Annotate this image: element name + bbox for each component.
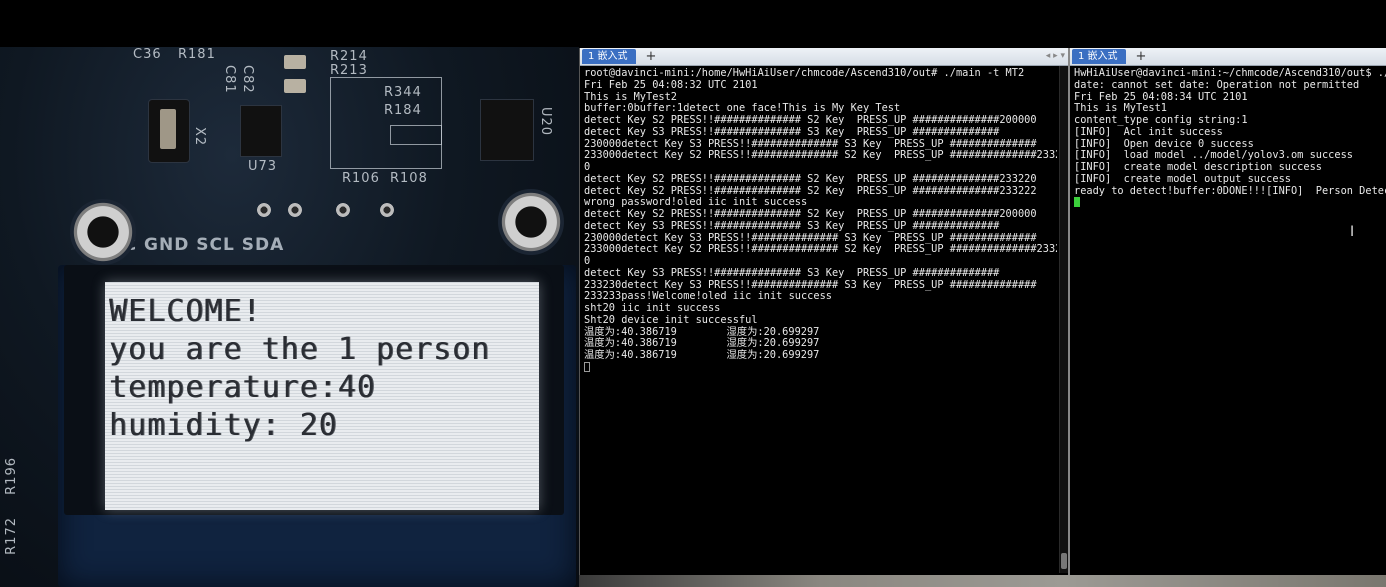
terminal-line: date: cannot set date: Operation not per… — [1074, 78, 1360, 91]
terminal-pane-right[interactable]: 1 嵌入式 + HwHiAiUser@davinci-mini:~/chmcod… — [1068, 48, 1386, 575]
terminal-line: root@davinci-mini:/home/HwHiAiUser/chmco… — [584, 68, 1025, 79]
resistor-array-outline — [330, 77, 442, 169]
terminal-line: detect Key S3 PRESS!!############## S3 K… — [584, 125, 1000, 138]
silk-r213: R213 — [330, 63, 368, 78]
silk-r108: R108 — [390, 171, 428, 186]
terminal-line: [INFO] create model description success — [1074, 161, 1322, 173]
tab-embedded[interactable]: 1 嵌入式 — [582, 49, 636, 64]
crystal-pad — [160, 109, 176, 149]
terminal-line: detect Key S3 PRESS!!############## S3 K… — [584, 219, 1000, 232]
terminal-output[interactable]: root@davinci-mini:/home/HwHiAiUser/chmco… — [584, 68, 1057, 569]
terminal-output[interactable]: HwHiAiUser@davinci-mini:~/chmcode/Ascend… — [1074, 68, 1386, 569]
terminal-line: detect Key S2 PRESS!!############## S2 K… — [584, 172, 1037, 185]
terminal-line: 温度为:40.386719 湿度为:20.699297 — [584, 349, 820, 361]
terminal-line: 233000detect Key S2 PRESS!!#############… — [584, 243, 1057, 256]
terminal-line: content_type config string:1 — [1074, 114, 1248, 126]
add-tab-button[interactable]: + — [1134, 49, 1148, 64]
top-black-bar — [0, 0, 1386, 47]
tab-bar: 1 嵌入式 + ◂ ▸ ▾ — [580, 48, 1069, 66]
terminal-line: detect Key S2 PRESS!!############## S2 K… — [584, 114, 1037, 126]
terminal-line: 0 — [584, 255, 591, 267]
scroll-thumb[interactable] — [1061, 553, 1067, 569]
terminal-line: sht20 iic init success — [584, 302, 721, 314]
oled-line-welcome: WELCOME! — [109, 294, 262, 329]
silk-r196: R196 — [4, 457, 19, 495]
mount-hole-left — [70, 199, 136, 265]
header-pin-scl — [336, 203, 350, 217]
terminal-pane-left[interactable]: 1 嵌入式 + ◂ ▸ ▾ root@davinci-mini:/home/Hw… — [579, 48, 1069, 575]
header-pin-vcc — [257, 203, 271, 217]
terminal-line: ready to detect!buffer:0DONE!!![INFO] Pe… — [1074, 184, 1386, 197]
silk-u20: U20 — [538, 107, 553, 137]
terminal-line: Sht20 device init successful — [584, 313, 758, 326]
terminal-line: [INFO] create model output success — [1074, 172, 1291, 185]
header-pin-sda — [380, 203, 394, 217]
silk-r181: R181 — [178, 47, 216, 62]
terminal-line: Fri Feb 25 04:08:32 UTC 2101 — [584, 78, 758, 91]
silk-c82: C82 — [240, 65, 255, 94]
terminal-cursor-line — [1074, 197, 1386, 209]
header-pin-gnd — [288, 203, 302, 217]
silk-r214: R214 — [330, 49, 368, 64]
tab-embedded[interactable]: 1 嵌入式 — [1072, 49, 1126, 64]
terminal-line: detect Key S3 PRESS!!############## S3 K… — [584, 266, 1000, 279]
resistor-outline — [390, 125, 442, 145]
silk-u73: U73 — [248, 159, 278, 174]
silk-r106: R106 — [342, 171, 380, 186]
text-cursor-ibeam-icon: I — [1350, 224, 1355, 240]
terminal-line: 233000detect Key S2 PRESS!!#############… — [584, 149, 1057, 162]
oled-board-photo: C36 R181 C81 C82 R214 R213 R344 R184 X2 … — [0, 47, 579, 587]
terminal-line: 0 — [584, 161, 591, 173]
oled-line-temperature: temperature:40 — [109, 370, 376, 405]
oled-line-humidity: humidity: 20 — [109, 408, 338, 443]
terminal-cursor — [584, 361, 590, 372]
smd-pad — [284, 55, 306, 69]
tab-nav-arrows-icon[interactable]: ◂ ▸ ▾ — [1046, 48, 1065, 65]
silk-c81: C81 — [222, 65, 237, 94]
silk-c36: C36 — [133, 47, 162, 62]
terminal-line: [INFO] Acl init success — [1074, 125, 1223, 138]
terminal-cursor — [1074, 197, 1080, 208]
terminal-cursor-line — [584, 361, 1057, 374]
terminal-line: detect Key S2 PRESS!!############## S2 K… — [584, 208, 1037, 220]
silk-r172: R172 — [4, 517, 19, 555]
status-bar — [579, 575, 1386, 587]
oled-line-person: you are the 1 person — [109, 332, 491, 367]
terminal-line: HwHiAiUser@davinci-mini:~/chmcode/Ascend… — [1074, 68, 1386, 79]
ic-u73 — [240, 105, 282, 157]
smd-pad — [284, 79, 306, 93]
scrollbar[interactable] — [1059, 66, 1068, 573]
tab-bar: 1 嵌入式 + — [1070, 48, 1386, 66]
ic-u20 — [480, 99, 534, 161]
silk-x2: X2 — [192, 127, 207, 147]
mount-hole-right — [498, 189, 564, 255]
oled-screen: WELCOME! you are the 1 person temperatur… — [105, 282, 539, 510]
add-tab-button[interactable]: + — [644, 49, 658, 64]
